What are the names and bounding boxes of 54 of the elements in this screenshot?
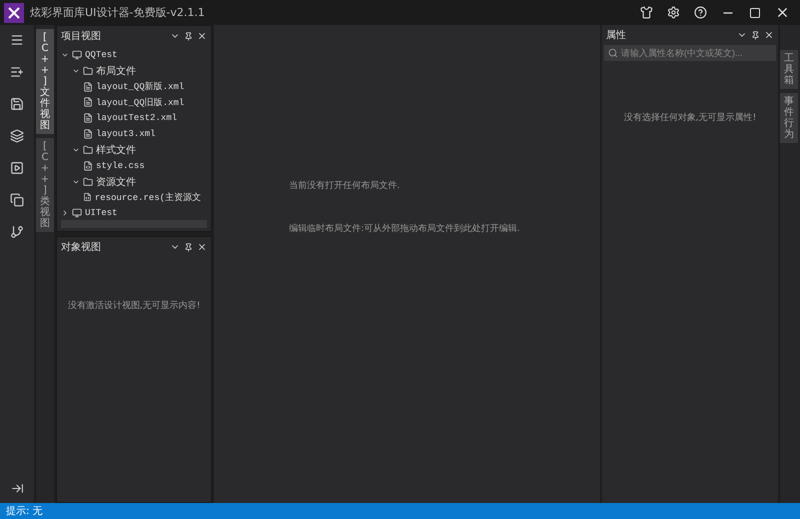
panel-title: 属性 [606, 28, 627, 42]
menu-icon[interactable] [10, 33, 24, 47]
side-tab[interactable]: [C++]类视图 [36, 138, 54, 232]
side-tab[interactable]: 事件行为 [780, 93, 798, 143]
tree-item[interactable]: 布局文件 [96, 64, 136, 78]
file-icon [83, 82, 93, 92]
close-icon[interactable] [197, 242, 207, 252]
empty-message: 没有激活设计视图,无可显示内容! [66, 300, 202, 312]
close-icon[interactable] [775, 5, 790, 20]
file-icon [83, 113, 93, 124]
tree-item[interactable]: QQTest [85, 50, 118, 60]
app-logo-icon [4, 2, 24, 22]
panel-title: 项目视图 [61, 30, 102, 43]
search-icon [608, 48, 618, 58]
side-tab[interactable]: [C++]文件视图 [36, 29, 54, 134]
tree-item[interactable]: UITest [85, 208, 118, 218]
panel-title: 对象视图 [61, 240, 102, 254]
project-icon [72, 208, 82, 218]
branch-icon[interactable] [10, 225, 24, 239]
window-title: 炫彩界面库UI设计器-免费版-v2.1.1 [30, 5, 206, 20]
play-icon[interactable] [10, 161, 24, 175]
editor-message: 编辑临时布局文件:可从外部拖动布局文件到此处打开编辑. [289, 222, 521, 235]
save-icon[interactable] [10, 97, 24, 111]
folder-icon [83, 144, 93, 155]
empty-message: 没有选择任何对象,无可显示属性! [622, 112, 758, 124]
collapse-icon[interactable] [10, 482, 24, 495]
close-icon[interactable] [764, 30, 774, 40]
folder-icon [83, 66, 93, 76]
pin-icon[interactable] [751, 30, 760, 40]
tree-item[interactable]: resource.res(主资源文 [94, 190, 201, 204]
file-icon [83, 192, 92, 202]
tree-item[interactable]: layout_QQ新版.xml [96, 80, 184, 94]
pin-icon[interactable] [184, 32, 193, 40]
list-add-icon[interactable] [10, 65, 24, 79]
tree-item[interactable]: layout_QQ旧版.xml [96, 96, 184, 109]
file-icon [83, 97, 93, 108]
status-text: 提示: 无 [6, 505, 43, 518]
copy-icon[interactable] [10, 193, 24, 207]
pin-icon[interactable] [184, 242, 193, 252]
search-field[interactable]: 请输入属性名称(中文或英文)... [604, 45, 776, 61]
file-icon [83, 128, 93, 139]
editor-message: 当前没有打开任何布局文件. [289, 180, 401, 192]
folder-icon [83, 176, 93, 186]
side-tab[interactable]: 工具箱 [780, 50, 798, 89]
tree-item[interactable]: layoutTest2.xml [96, 113, 178, 124]
maximize-icon[interactable] [749, 6, 761, 18]
tree-item[interactable]: style.css [96, 160, 145, 171]
tree-item[interactable]: 资源文件 [96, 174, 136, 188]
tree-item[interactable]: 样式文件 [96, 142, 136, 157]
project-icon [72, 50, 82, 60]
close-icon[interactable] [197, 31, 207, 41]
file-icon [83, 160, 93, 171]
tree-item[interactable]: layout3.xml [96, 128, 156, 139]
layers-icon[interactable] [10, 129, 24, 143]
